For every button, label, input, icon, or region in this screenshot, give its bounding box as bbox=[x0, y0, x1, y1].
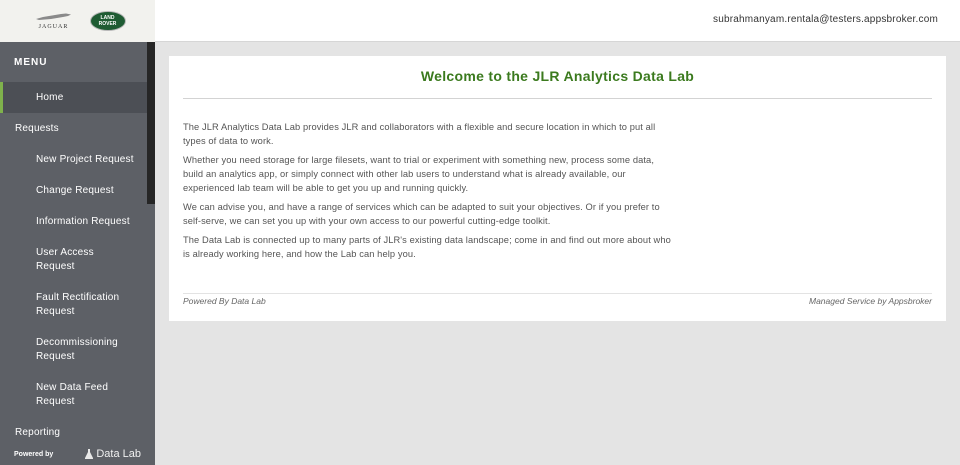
sidebar-item-label: User Access Request bbox=[36, 246, 94, 274]
sidebar-item-label: Home bbox=[36, 92, 64, 103]
sidebar-item-label: New Project Request bbox=[36, 154, 134, 165]
data-lab-wordmark: Data Lab bbox=[96, 448, 141, 460]
sidebar-item-label-line2: Request bbox=[36, 260, 75, 272]
sidebar-item-home[interactable]: Home bbox=[0, 82, 147, 113]
sidebar-item-label: Reporting bbox=[15, 427, 61, 438]
data-lab-logo: Data Lab bbox=[85, 448, 141, 460]
top-bar: JAGUAR LAND ROVER subrahmanyam.rentala@t… bbox=[0, 0, 960, 42]
brand-logos[interactable]: JAGUAR LAND ROVER bbox=[0, 0, 155, 42]
sidebar-item-label: Requests bbox=[15, 123, 59, 134]
landrover-logo: LAND ROVER bbox=[89, 11, 126, 31]
welcome-text: The JLR Analytics Data Lab provides JLR … bbox=[183, 120, 673, 266]
sidebar-item-information-request[interactable]: Information Request bbox=[0, 206, 155, 237]
jaguar-leaper-icon bbox=[35, 13, 71, 20]
sidebar-item-label-line2: Request bbox=[36, 305, 75, 317]
welcome-paragraph: The JLR Analytics Data Lab provides JLR … bbox=[183, 122, 656, 146]
sidebar-item-new-data-feed-request[interactable]: New Data Feed Request bbox=[0, 372, 155, 417]
powered-by-label: Powered by bbox=[14, 450, 54, 458]
managed-service-text: Managed Service by Appsbroker bbox=[808, 296, 932, 306]
sidebar-item-fault-rectification-request[interactable]: Fault Rectification Request bbox=[0, 282, 155, 327]
sidebar-item-label-line1: Decommissioning bbox=[36, 336, 118, 348]
sidebar-item-label: Fault Rectification Request bbox=[36, 291, 119, 319]
sidebar-item-label-line2: Request bbox=[36, 350, 75, 362]
user-email[interactable]: subrahmanyam.rentala@testers.appsbroker.… bbox=[713, 14, 938, 25]
flask-icon bbox=[85, 449, 94, 459]
sidebar-item-label-line1: New Data Feed bbox=[36, 381, 109, 393]
powered-by-text: Powered By Data Lab bbox=[183, 296, 266, 306]
sidebar-item-label: Information Request bbox=[36, 216, 130, 227]
sidebar-item-label-line2: Request bbox=[36, 395, 75, 407]
page-title: Welcome to the JLR Analytics Data Lab bbox=[420, 68, 695, 84]
welcome-paragraph: The Data Lab is connected up to many par… bbox=[183, 235, 671, 259]
sidebar-item-decommissioning-request[interactable]: Decommissioning Request bbox=[0, 327, 155, 372]
sidebar-scrollbar[interactable] bbox=[147, 42, 155, 204]
sidebar-item-user-access-request[interactable]: User Access Request bbox=[0, 237, 155, 282]
powered-by-footer: Powered by Data Lab bbox=[0, 443, 155, 465]
landrover-wordmark-line2: ROVER bbox=[98, 21, 117, 27]
sidebar-item-label: Decommissioning Request bbox=[36, 336, 118, 364]
menu-header: MENU bbox=[14, 56, 48, 68]
welcome-paragraph: Whether you need storage for large files… bbox=[183, 155, 655, 193]
jaguar-logo: JAGUAR bbox=[30, 7, 78, 35]
sidebar-item-label: Change Request bbox=[36, 185, 114, 196]
welcome-card: Welcome to the JLR Analytics Data Lab Th… bbox=[169, 56, 946, 321]
title-divider bbox=[183, 98, 932, 99]
sidebar-item-requests[interactable]: Requests bbox=[0, 113, 155, 144]
sidebar-item-new-project-request[interactable]: New Project Request bbox=[0, 144, 155, 175]
jaguar-wordmark: JAGUAR bbox=[38, 24, 69, 30]
sidebar: MENU Home Requests New Project Request C… bbox=[0, 42, 155, 465]
sidebar-item-label-line1: Fault Rectification bbox=[36, 291, 120, 303]
sidebar-item-label-line1: User Access bbox=[36, 246, 94, 258]
footer-divider bbox=[183, 293, 932, 294]
welcome-paragraph: We can advise you, and have a range of s… bbox=[183, 202, 660, 226]
sidebar-item-label: New Data Feed Request bbox=[36, 381, 108, 409]
sidebar-item-change-request[interactable]: Change Request bbox=[0, 175, 155, 206]
